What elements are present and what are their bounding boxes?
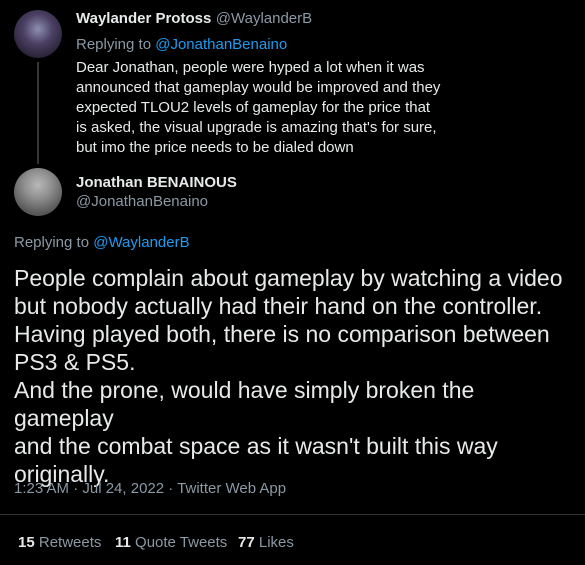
author-name[interactable]: Waylander Protoss bbox=[76, 10, 211, 27]
text-line: and the combat space as it wasn't built … bbox=[14, 433, 498, 459]
author-handle[interactable]: @WaylanderB bbox=[216, 10, 312, 27]
replying-to-link[interactable]: @WaylanderB bbox=[93, 234, 189, 251]
text-line: but nobody actually had their hand on th… bbox=[14, 293, 543, 319]
replying-to-link[interactable]: @JonathanBenaino bbox=[155, 36, 287, 53]
text-line: is asked, the visual upgrade is amazing … bbox=[76, 119, 437, 136]
retweets-stat[interactable]: 15 Retweets bbox=[18, 534, 101, 551]
main-tweet-text: People complain about gameplay by watchi… bbox=[14, 264, 579, 488]
quote-tweets-label: Quote Tweets bbox=[135, 534, 228, 551]
replying-to: Replying to @WaylanderB bbox=[14, 234, 190, 251]
quote-tweets-stat[interactable]: 11 Quote Tweets bbox=[115, 534, 227, 551]
thread-connector-line bbox=[37, 62, 39, 164]
retweets-count: 15 bbox=[18, 534, 35, 551]
divider bbox=[0, 514, 585, 515]
likes-stat[interactable]: 77 Likes bbox=[238, 534, 294, 551]
text-line: Dear Jonathan, people were hyped a lot w… bbox=[76, 59, 425, 76]
replying-to-label: Replying to bbox=[14, 234, 94, 251]
text-line: And the prone, would have simply broken … bbox=[14, 377, 475, 431]
replying-to-label: Replying to bbox=[76, 36, 156, 53]
likes-label: Likes bbox=[258, 534, 294, 551]
parent-header: Waylander Protoss @WaylanderB bbox=[76, 10, 312, 28]
author-name[interactable]: Jonathan BENAINOUS bbox=[76, 174, 237, 191]
avatar[interactable] bbox=[14, 10, 62, 58]
text-line: PS3 & PS5. bbox=[14, 349, 136, 375]
quote-tweets-count: 11 bbox=[115, 534, 131, 551]
text-line: expected TLOU2 levels of gameplay for th… bbox=[76, 99, 431, 116]
text-line: but imo the price needs to be dialed dow… bbox=[76, 139, 354, 156]
text-line: People complain about gameplay by watchi… bbox=[14, 265, 563, 291]
author-handle[interactable]: @JonathanBenaino bbox=[76, 193, 237, 210]
likes-count: 77 bbox=[238, 534, 255, 551]
replying-to: Replying to @JonathanBenaino bbox=[76, 36, 287, 53]
parent-tweet-text: Dear Jonathan, people were hyped a lot w… bbox=[76, 58, 496, 158]
retweets-label: Retweets bbox=[38, 534, 102, 551]
text-line: announced that gameplay would be improve… bbox=[76, 79, 441, 96]
tweet-timestamp[interactable]: 1:23 AM · Jul 24, 2022 · Twitter Web App bbox=[14, 480, 286, 497]
text-line: Having played both, there is no comparis… bbox=[14, 321, 550, 347]
main-header: Jonathan BENAINOUS @JonathanBenaino bbox=[76, 174, 237, 210]
avatar[interactable] bbox=[14, 168, 62, 216]
